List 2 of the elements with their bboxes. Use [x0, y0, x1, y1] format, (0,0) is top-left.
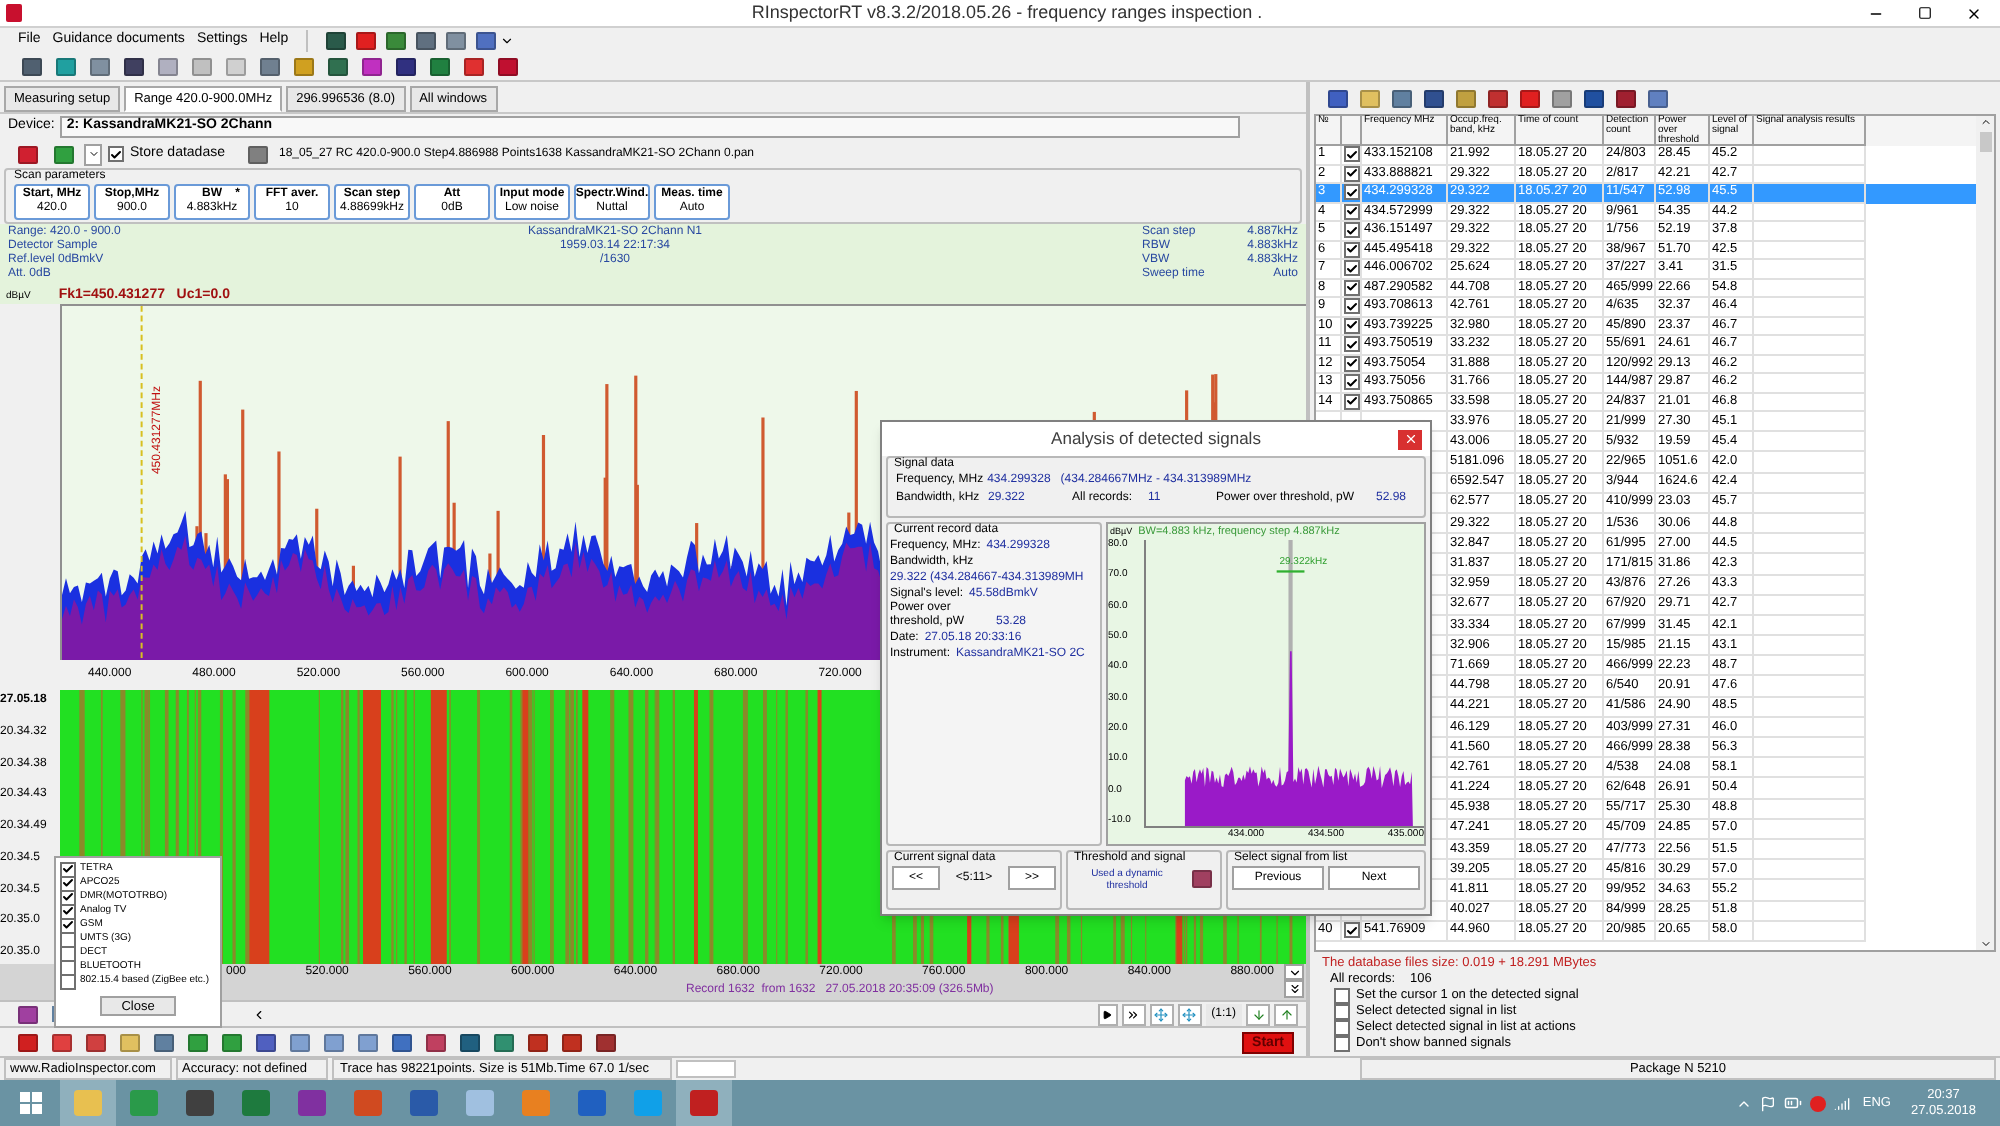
- dialog-title: Analysis of detected signals: [1049, 426, 1263, 452]
- window-title: RInspectorRT v8.3.2/2018.05.26 - frequency ranges inspection .: [749, 0, 1265, 26]
